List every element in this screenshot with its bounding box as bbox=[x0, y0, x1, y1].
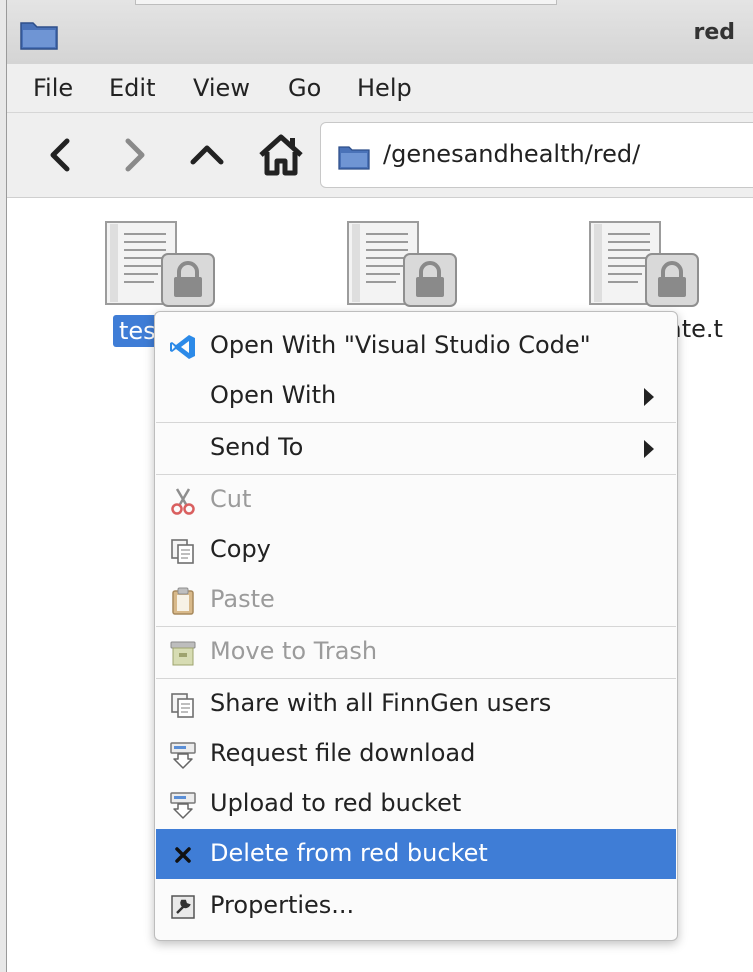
menu-file[interactable]: File bbox=[29, 72, 77, 104]
locked-text-file-icon bbox=[105, 221, 215, 307]
menu-go[interactable]: Go bbox=[284, 72, 325, 104]
menu-item-label: Paste bbox=[210, 585, 275, 613]
up-button[interactable] bbox=[183, 131, 231, 179]
menu-item-label: Open With bbox=[210, 381, 337, 409]
menu-send-to[interactable]: Send To bbox=[156, 423, 676, 473]
chevron-right-icon bbox=[125, 138, 145, 172]
menu-item-label: Request file download bbox=[210, 739, 476, 767]
menu-help[interactable]: Help bbox=[353, 72, 416, 104]
locked-text-file-icon bbox=[589, 221, 699, 307]
trash-icon bbox=[170, 641, 196, 666]
copy-icon bbox=[171, 539, 194, 564]
forward-button[interactable] bbox=[110, 131, 158, 179]
location-bar[interactable]: /genesandhealth/red/ bbox=[320, 122, 753, 188]
folder-icon bbox=[20, 22, 58, 50]
menu-item-label: Move to Trash bbox=[210, 637, 378, 665]
menu-bar: File Edit View Go Help bbox=[7, 64, 753, 113]
context-menu: Open With "Visual Studio Code" Open With… bbox=[154, 311, 678, 941]
location-path: /genesandhealth/red/ bbox=[383, 140, 641, 168]
download-icon bbox=[170, 742, 196, 769]
menu-item-label: Upload to red bucket bbox=[210, 789, 462, 817]
file-item[interactable] bbox=[586, 218, 706, 318]
menu-item-label: Share with all FinnGen users bbox=[210, 689, 552, 717]
file-item[interactable] bbox=[102, 218, 222, 318]
menu-item-label: Send To bbox=[210, 433, 304, 461]
upload-icon bbox=[170, 792, 196, 819]
window-edge bbox=[135, 0, 557, 5]
menu-share-finngen[interactable]: Share with all FinnGen users bbox=[156, 679, 676, 729]
vscode-icon bbox=[170, 335, 195, 359]
scissors-icon bbox=[171, 488, 195, 515]
menu-open-with[interactable]: Open With bbox=[156, 371, 676, 421]
menu-edit[interactable]: Edit bbox=[105, 72, 159, 104]
folder-icon bbox=[338, 146, 370, 170]
menu-upload-bucket[interactable]: Upload to red bucket bbox=[156, 779, 676, 829]
menu-delete-bucket[interactable]: Delete from red bucket bbox=[156, 829, 676, 879]
menu-request-download[interactable]: Request file download bbox=[156, 729, 676, 779]
submenu-arrow-icon bbox=[644, 388, 654, 406]
menu-open-with-vscode[interactable]: Open With "Visual Studio Code" bbox=[156, 321, 676, 371]
window-title: red bbox=[693, 20, 735, 45]
locked-text-file-icon bbox=[347, 221, 457, 307]
x-icon bbox=[175, 847, 191, 863]
chevron-left-icon bbox=[50, 138, 70, 172]
chevron-up-icon bbox=[190, 145, 224, 165]
home-icon bbox=[259, 134, 303, 176]
menu-item-label: Delete from red bucket bbox=[210, 839, 488, 867]
copy-icon bbox=[171, 693, 194, 718]
toolbar: /genesandhealth/red/ bbox=[7, 113, 753, 198]
menu-copy[interactable]: Copy bbox=[156, 525, 676, 575]
menu-move-to-trash[interactable]: Move to Trash bbox=[156, 627, 676, 677]
home-button[interactable] bbox=[257, 131, 305, 179]
menu-item-label: Cut bbox=[210, 485, 252, 513]
properties-icon bbox=[171, 895, 195, 919]
clipboard-icon bbox=[172, 587, 194, 615]
file-item[interactable] bbox=[344, 218, 464, 318]
menu-item-label: Copy bbox=[210, 535, 271, 563]
menu-item-label: Open With "Visual Studio Code" bbox=[210, 331, 591, 359]
menu-view[interactable]: View bbox=[189, 72, 254, 104]
title-bar[interactable]: red bbox=[7, 0, 753, 65]
back-button[interactable] bbox=[37, 131, 85, 179]
menu-cut[interactable]: Cut bbox=[156, 475, 676, 525]
menu-properties[interactable]: Properties... bbox=[156, 881, 676, 931]
submenu-arrow-icon bbox=[644, 440, 654, 458]
menu-item-label: Properties... bbox=[210, 891, 355, 919]
menu-paste[interactable]: Paste bbox=[156, 575, 676, 625]
